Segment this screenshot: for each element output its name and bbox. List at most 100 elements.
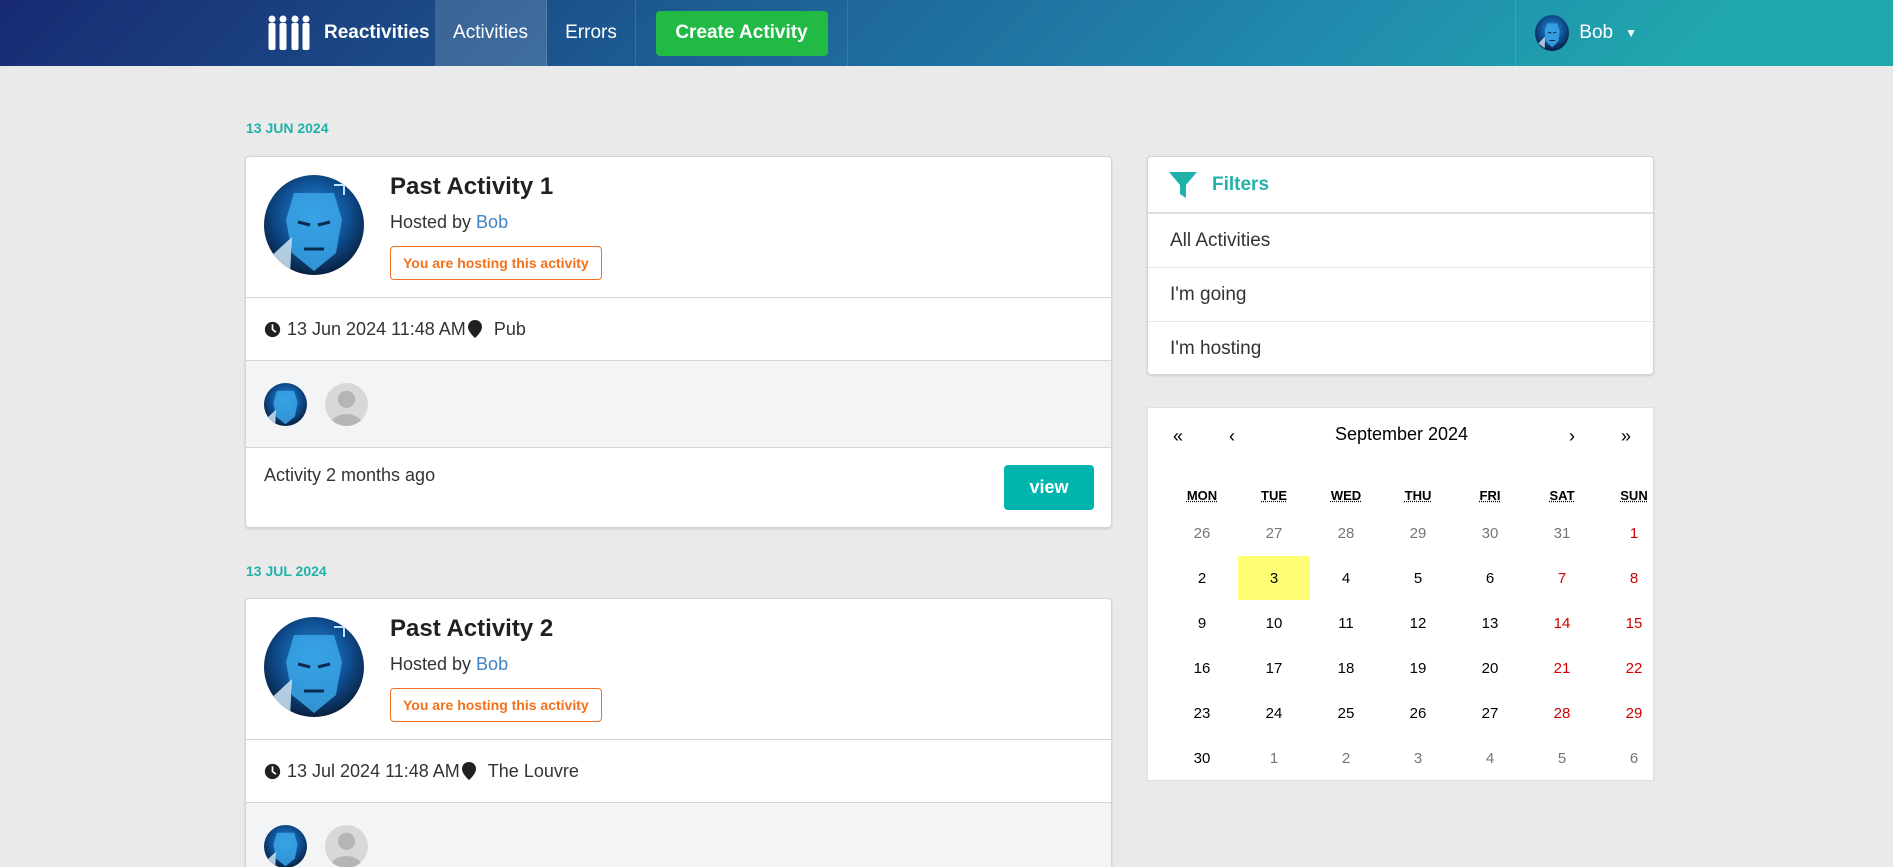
calendar-day-other-month[interactable]: 30 <box>1454 511 1526 555</box>
calendar-day[interactable]: 21 <box>1526 646 1598 690</box>
calendar-day-other-month[interactable]: 6 <box>1598 736 1670 780</box>
filters-title: Filters <box>1212 174 1269 196</box>
host-face-icon <box>264 617 364 717</box>
calendar-day[interactable]: 16 <box>1166 646 1238 690</box>
activity-title[interactable]: Past Activity 1 <box>390 173 553 201</box>
host-link[interactable]: Bob <box>476 212 508 232</box>
activity-card: Past Activity 1 Hosted by Bob You are ho… <box>245 156 1112 528</box>
calendar-day[interactable]: 6 <box>1454 556 1526 600</box>
next-month-button[interactable]: › <box>1556 422 1588 450</box>
activity-datetime: 13 Jun 2024 11:48 AM <box>287 319 466 340</box>
calendar-day[interactable]: 11 <box>1310 601 1382 645</box>
calendar-day-other-month[interactable]: 3 <box>1382 736 1454 780</box>
calendar-day[interactable]: 3 <box>1238 556 1310 600</box>
calendar-day[interactable]: 25 <box>1310 691 1382 735</box>
calendar-day[interactable]: 19 <box>1382 646 1454 690</box>
activity-meta: 13 Jul 2024 11:48 AM The Louvre <box>246 740 1111 803</box>
hosting-badge: You are hosting this activity <box>390 246 602 280</box>
nav-errors[interactable]: Errors <box>547 0 636 66</box>
calendar-day[interactable]: 8 <box>1598 556 1670 600</box>
calendar-day-other-month[interactable]: 1 <box>1238 736 1310 780</box>
calendar-day-other-month[interactable]: 29 <box>1382 511 1454 555</box>
nav-activities[interactable]: Activities <box>435 0 547 66</box>
filter-all-activities[interactable]: All Activities <box>1148 214 1653 268</box>
filters-header: Filters <box>1148 157 1653 214</box>
activity-description: Activity 2 months ago <box>264 465 435 486</box>
activity-card-header: Past Activity 2 Hosted by Bob You are ho… <box>246 599 1111 740</box>
calendar: « ‹ September 2024 › » MON TUE WED THU FRI SA… <box>1147 407 1654 781</box>
calendar-day[interactable]: 2 <box>1166 556 1238 600</box>
create-activity-button[interactable]: Create Activity <box>656 11 828 56</box>
activity-venue: Pub <box>494 319 526 340</box>
calendar-navigation: « ‹ September 2024 › » <box>1148 408 1655 462</box>
avatar <box>1535 15 1569 51</box>
calendar-day-other-month[interactable]: 4 <box>1454 736 1526 780</box>
view-button[interactable]: view <box>1004 465 1094 510</box>
create-activity-wrapper: Create Activity <box>636 0 848 66</box>
attendee-face-icon <box>264 383 307 426</box>
filter-im-hosting[interactable]: I'm hosting <box>1148 322 1653 376</box>
calendar-day[interactable]: 15 <box>1598 601 1670 645</box>
map-marker-icon <box>468 320 482 338</box>
calendar-day[interactable]: 23 <box>1166 691 1238 735</box>
host-avatar[interactable] <box>264 617 364 717</box>
hosted-by-label: Hosted by <box>390 654 476 674</box>
calendar-weekday: TUE <box>1238 488 1310 503</box>
calendar-day-other-month[interactable]: 31 <box>1526 511 1598 555</box>
calendar-day[interactable]: 14 <box>1526 601 1598 645</box>
host-face-icon <box>264 175 364 275</box>
calendar-day[interactable]: 24 <box>1238 691 1310 735</box>
brand-link[interactable]: Reactivities <box>248 0 435 66</box>
calendar-day[interactable]: 20 <box>1454 646 1526 690</box>
activity-card-header: Past Activity 1 Hosted by Bob You are ho… <box>246 157 1111 298</box>
calendar-day[interactable]: 7 <box>1526 556 1598 600</box>
calendar-day[interactable]: 17 <box>1238 646 1310 690</box>
calendar-day[interactable]: 27 <box>1454 691 1526 735</box>
calendar-day[interactable]: 18 <box>1310 646 1382 690</box>
calendar-day[interactable]: 9 <box>1166 601 1238 645</box>
attendee-list <box>246 803 1111 867</box>
attendee-list <box>246 361 1111 448</box>
host-link[interactable]: Bob <box>476 654 508 674</box>
attendee-avatar-placeholder[interactable] <box>325 383 368 426</box>
calendar-day-other-month[interactable]: 28 <box>1310 511 1382 555</box>
activity-title[interactable]: Past Activity 2 <box>390 615 553 643</box>
prev-year-button[interactable]: « <box>1162 422 1194 450</box>
calendar-weekday: FRI <box>1454 488 1526 503</box>
calendar-weekday: THU <box>1382 488 1454 503</box>
attendee-avatar-placeholder[interactable] <box>325 825 368 867</box>
calendar-day[interactable]: 1 <box>1598 511 1670 555</box>
calendar-day[interactable]: 5 <box>1382 556 1454 600</box>
calendar-day-other-month[interactable]: 5 <box>1526 736 1598 780</box>
calendar-day-other-month[interactable]: 27 <box>1238 511 1310 555</box>
host-avatar[interactable] <box>264 175 364 275</box>
calendar-day[interactable]: 29 <box>1598 691 1670 735</box>
user-face-icon <box>1535 15 1569 51</box>
activity-meta: 13 Jun 2024 11:48 AM Pub <box>246 298 1111 361</box>
user-placeholder-icon <box>325 383 368 426</box>
calendar-day-other-month[interactable]: 2 <box>1310 736 1382 780</box>
attendee-avatar[interactable] <box>264 383 307 426</box>
attendee-face-icon <box>264 825 307 867</box>
prev-month-button[interactable]: ‹ <box>1216 422 1248 450</box>
calendar-day-other-month[interactable]: 26 <box>1166 511 1238 555</box>
calendar-day[interactable]: 4 <box>1310 556 1382 600</box>
activity-datetime: 13 Jul 2024 11:48 AM <box>287 761 460 782</box>
hosted-by: Hosted by Bob <box>390 654 508 675</box>
user-menu[interactable]: Bob ▼ <box>1515 0 1637 66</box>
filter-icon <box>1168 170 1198 200</box>
calendar-day[interactable]: 12 <box>1382 601 1454 645</box>
calendar-day[interactable]: 22 <box>1598 646 1670 690</box>
calendar-day[interactable]: 10 <box>1238 601 1310 645</box>
calendar-month-label[interactable]: September 2024 <box>1298 424 1505 445</box>
calendar-day[interactable]: 26 <box>1382 691 1454 735</box>
clock-icon <box>264 321 281 338</box>
filter-im-going[interactable]: I'm going <box>1148 268 1653 322</box>
calendar-day[interactable]: 30 <box>1166 736 1238 780</box>
next-year-button[interactable]: » <box>1610 422 1642 450</box>
calendar-day[interactable]: 13 <box>1454 601 1526 645</box>
brand-name: Reactivities <box>324 22 430 44</box>
calendar-day[interactable]: 28 <box>1526 691 1598 735</box>
attendee-avatar[interactable] <box>264 825 307 867</box>
date-group-header: 13 JUN 2024 <box>246 120 329 136</box>
